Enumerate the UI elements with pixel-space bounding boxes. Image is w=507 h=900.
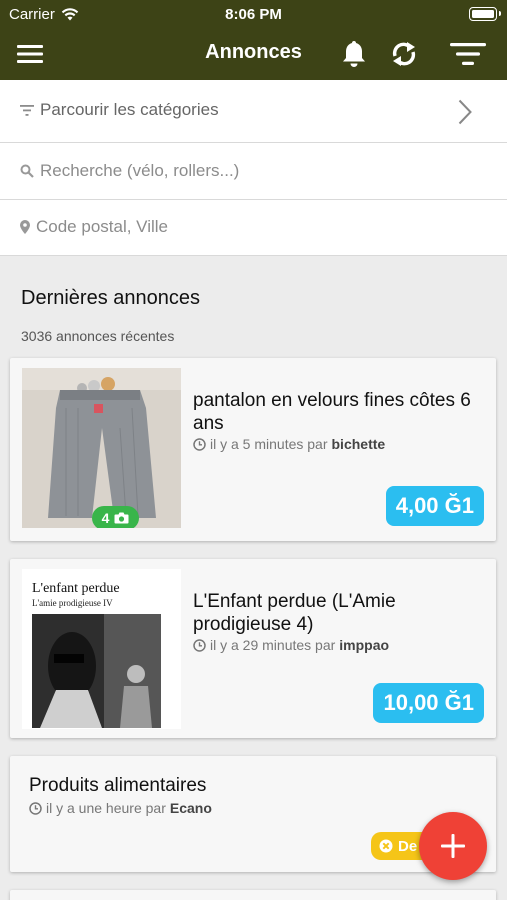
- ad-meta: il y a une heure par Ecano: [29, 800, 212, 816]
- book-cover-photo: [32, 614, 161, 728]
- status-badge-label: De: [398, 837, 418, 855]
- filter-icon: [450, 43, 486, 65]
- section-subtitle: 3036 annonces récentes: [21, 328, 175, 344]
- page-title: Annonces: [205, 41, 302, 63]
- ad-card[interactable]: L'enfant perdue L'amie prodigieuse IV L'…: [10, 559, 496, 738]
- battery-icon: [469, 7, 501, 21]
- categories-row[interactable]: Parcourir les catégories: [0, 80, 507, 143]
- ad-author: imppao: [339, 637, 390, 653]
- filter-button[interactable]: [448, 34, 488, 74]
- ad-thumbnail: L'enfant perdue L'amie prodigieuse IV: [22, 569, 181, 729]
- chevron-right-icon: [458, 99, 472, 125]
- pants-photo: [22, 368, 181, 528]
- ad-meta: il y a 29 minutes par imppao: [193, 637, 389, 653]
- search-row: Recherche (vélo, rollers...): [0, 143, 507, 200]
- ad-author: Ecano: [169, 800, 212, 816]
- clock-icon: [29, 801, 42, 815]
- location-pin-icon: [20, 220, 30, 234]
- clock-icon: [193, 638, 206, 652]
- ad-time: il y a une heure par: [46, 800, 166, 816]
- book-cover-subtitle: L'amie prodigieuse IV: [32, 598, 113, 608]
- status-bar: Carrier 8:06 PM: [0, 0, 507, 28]
- ad-thumbnail: 4: [22, 368, 181, 528]
- location-row: Code postal, Ville: [0, 200, 507, 256]
- plus-icon: [441, 834, 465, 858]
- nav-bar: Annonces: [0, 28, 507, 80]
- add-ad-button[interactable]: [419, 812, 487, 880]
- camera-icon: [114, 512, 129, 524]
- ad-title: Produits alimentaires: [29, 775, 207, 796]
- section-title: Dernières annonces: [21, 287, 200, 309]
- ad-meta: il y a 5 minutes par bichette: [193, 436, 385, 452]
- ad-title: L'Enfant perdue (L'Amie prodigieuse 4): [193, 591, 396, 635]
- bell-icon: [343, 41, 365, 67]
- ad-time: il y a 29 minutes par: [210, 637, 336, 653]
- ad-time: il y a 5 minutes par: [210, 436, 328, 452]
- sync-icon: [392, 42, 416, 66]
- ad-title: pantalon en velours fines côtes 6 ans: [193, 390, 471, 434]
- search-input[interactable]: Recherche (vélo, rollers...): [40, 161, 239, 181]
- status-time: 8:06 PM: [225, 6, 282, 23]
- clock-icon: [193, 437, 206, 451]
- filter-lines-icon: [20, 104, 34, 116]
- ad-card[interactable]: [10, 890, 496, 900]
- categories-label: Parcourir les catégories: [40, 100, 219, 119]
- location-input[interactable]: Code postal, Ville: [36, 217, 168, 237]
- photo-count-badge: 4: [92, 506, 139, 528]
- price-badge: 4,00 Ğ1: [385, 486, 484, 526]
- photo-count: 4: [101, 510, 110, 526]
- refresh-button[interactable]: [384, 34, 424, 74]
- book-cover-title: L'enfant perdue: [32, 581, 120, 596]
- ad-author: bichette: [331, 436, 386, 452]
- price-badge: 10,00 Ğ1: [373, 683, 484, 723]
- ad-card[interactable]: 4 pantalon en velours fines côtes 6 ans …: [10, 358, 496, 541]
- warning-icon: [379, 839, 393, 853]
- notifications-button[interactable]: [334, 34, 374, 74]
- search-icon: [20, 164, 34, 178]
